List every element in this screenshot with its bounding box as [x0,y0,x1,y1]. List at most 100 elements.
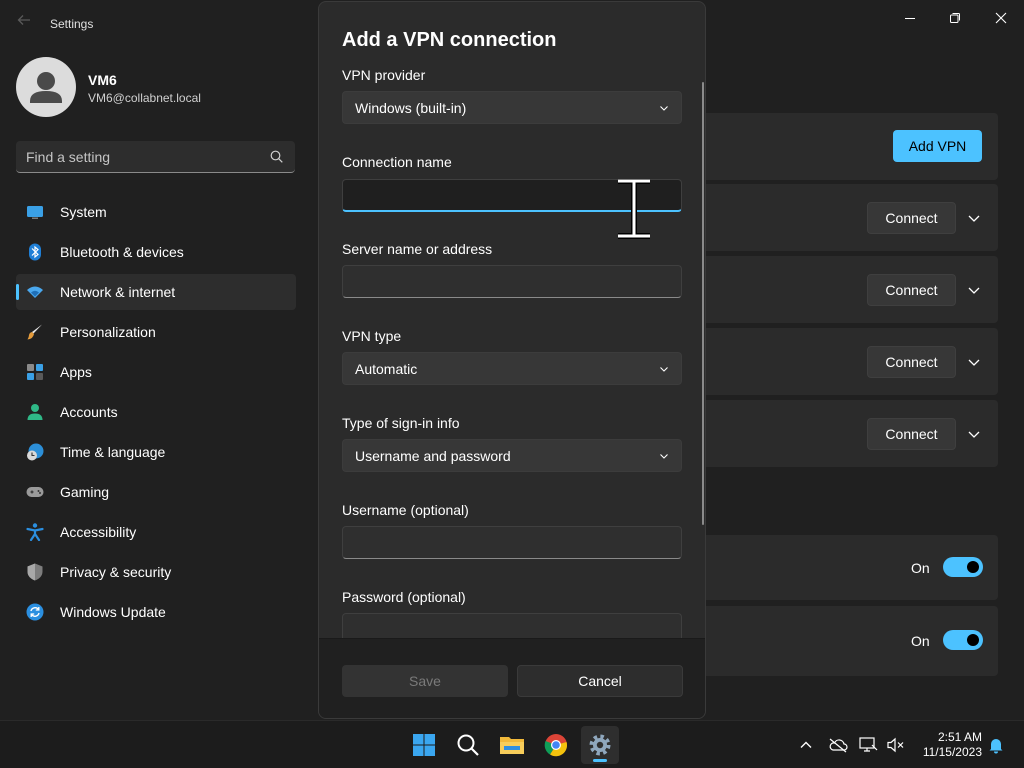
minimize-icon [905,18,915,19]
network-monitor-icon [859,737,878,752]
signin-type-dropdown[interactable]: Username and password [342,439,682,472]
dropdown-value: Automatic [355,361,418,377]
chevron-down-icon [660,367,668,372]
sidebar-item-label: Gaming [60,484,110,500]
username-input[interactable] [343,527,681,558]
taskbar [0,720,1024,768]
taskbar-search-button[interactable] [449,726,487,764]
server-name-label: Server name or address [342,241,493,257]
vpn-type-label: VPN type [342,328,402,344]
wifi-icon [27,286,43,298]
text-cursor-icon [618,179,650,239]
sidebar-item-personalization[interactable]: Personalization [16,314,296,350]
person-avatar-icon [30,72,62,103]
show-hidden-icons-button[interactable] [796,735,816,755]
connection-name-label: Connection name [342,154,452,170]
settings-gear-icon [589,734,611,756]
sidebar-item-accessibility[interactable]: Accessibility [16,514,296,550]
sidebar-item-label: Accounts [60,404,118,420]
app-title: Settings [50,17,94,31]
sidebar-item-label: Bluetooth & devices [60,244,184,260]
chrome-icon [544,734,568,757]
user-name: VM6 [88,72,117,88]
sidebar-item-gaming[interactable]: Gaming [16,474,296,510]
dialog-scrollbar[interactable] [702,82,704,525]
search-icon [457,734,479,756]
taskbar-start-button[interactable] [405,726,443,764]
connect-button[interactable]: Connect [867,274,956,306]
taskbar-settings[interactable] [581,726,619,764]
sidebar-item-privacy[interactable]: Privacy & security [16,554,296,590]
add-vpn-button[interactable]: Add VPN [893,130,982,162]
server-name-input[interactable] [343,266,681,297]
selected-indicator [16,284,19,300]
password-label: Password (optional) [342,589,466,605]
vpn-setting-toggle[interactable] [943,630,983,650]
windows-start-icon [413,734,435,756]
cancel-button[interactable]: Cancel [517,665,683,697]
person-icon [27,404,43,420]
connect-button[interactable]: Connect [867,202,956,234]
sidebar-item-label: Network & internet [60,284,176,300]
sidebar-item-network[interactable]: Network & internet [16,274,296,310]
dropdown-value: Username and password [355,448,511,464]
sidebar-item-time-language[interactable]: Time & language [16,434,296,470]
file-explorer-icon [500,737,524,754]
minimize-button[interactable] [887,4,933,32]
vpn-provider-dropdown[interactable]: Windows (built-in) [342,91,682,124]
back-arrow-icon[interactable] [14,13,34,33]
update-icon [26,603,44,621]
user-email: VM6@collabnet.local [88,91,201,105]
active-app-indicator [593,759,607,762]
connect-button[interactable]: Connect [867,346,956,378]
chevron-down-icon[interactable] [966,282,982,298]
notifications-button[interactable] [986,735,1006,755]
restore-icon [950,13,960,23]
sidebar-item-windows-update[interactable]: Windows Update [16,594,296,630]
close-icon [995,12,1007,24]
onedrive-tray-button[interactable] [828,735,848,755]
save-button[interactable]: Save [342,665,508,697]
apps-icon [27,364,43,380]
accessibility-icon [26,523,44,541]
signin-type-label: Type of sign-in info [342,415,460,431]
vpn-type-dropdown[interactable]: Automatic [342,352,682,385]
speaker-muted-icon [887,737,904,753]
chevron-down-icon[interactable] [966,426,982,442]
username-field [342,526,682,559]
dialog-title: Add a VPN connection [342,29,557,51]
sidebar-item-system[interactable]: System [16,194,296,230]
close-button[interactable] [978,4,1024,32]
taskbar-chrome[interactable] [537,726,575,764]
sidebar-item-accounts[interactable]: Accounts [16,394,296,430]
chevron-down-icon[interactable] [966,210,982,226]
sidebar-item-label: Windows Update [60,604,166,620]
restore-button[interactable] [932,4,978,32]
sidebar-item-label: Time & language [60,444,166,460]
network-tray-button[interactable] [859,735,879,755]
sidebar-item-apps[interactable]: Apps [16,354,296,390]
vpn-setting-toggle[interactable] [943,557,983,577]
connect-button[interactable]: Connect [867,418,956,450]
sidebar-item-label: System [60,204,107,220]
bell-icon [989,739,1003,754]
avatar[interactable] [16,57,76,117]
sidebar-item-label: Personalization [60,324,156,340]
globe-clock-icon [27,443,44,461]
sidebar-item-label: Accessibility [60,524,137,540]
sidebar-item-bluetooth[interactable]: Bluetooth & devices [16,234,296,270]
taskbar-clock-time[interactable]: 2:51 AM [918,730,982,744]
shield-icon [27,563,43,581]
brush-icon [27,324,42,340]
dropdown-value: Windows (built-in) [355,100,467,116]
search-box [16,141,295,173]
server-name-field [342,265,682,298]
cloud-offline-icon [829,738,848,753]
taskbar-file-explorer[interactable] [493,726,531,764]
bluetooth-icon [29,243,41,261]
chevron-down-icon[interactable] [966,354,982,370]
taskbar-clock-date[interactable]: 11/15/2023 [918,745,982,759]
volume-tray-button[interactable] [886,735,906,755]
search-input[interactable] [26,141,266,172]
dialog-footer: Save Cancel [319,638,705,718]
